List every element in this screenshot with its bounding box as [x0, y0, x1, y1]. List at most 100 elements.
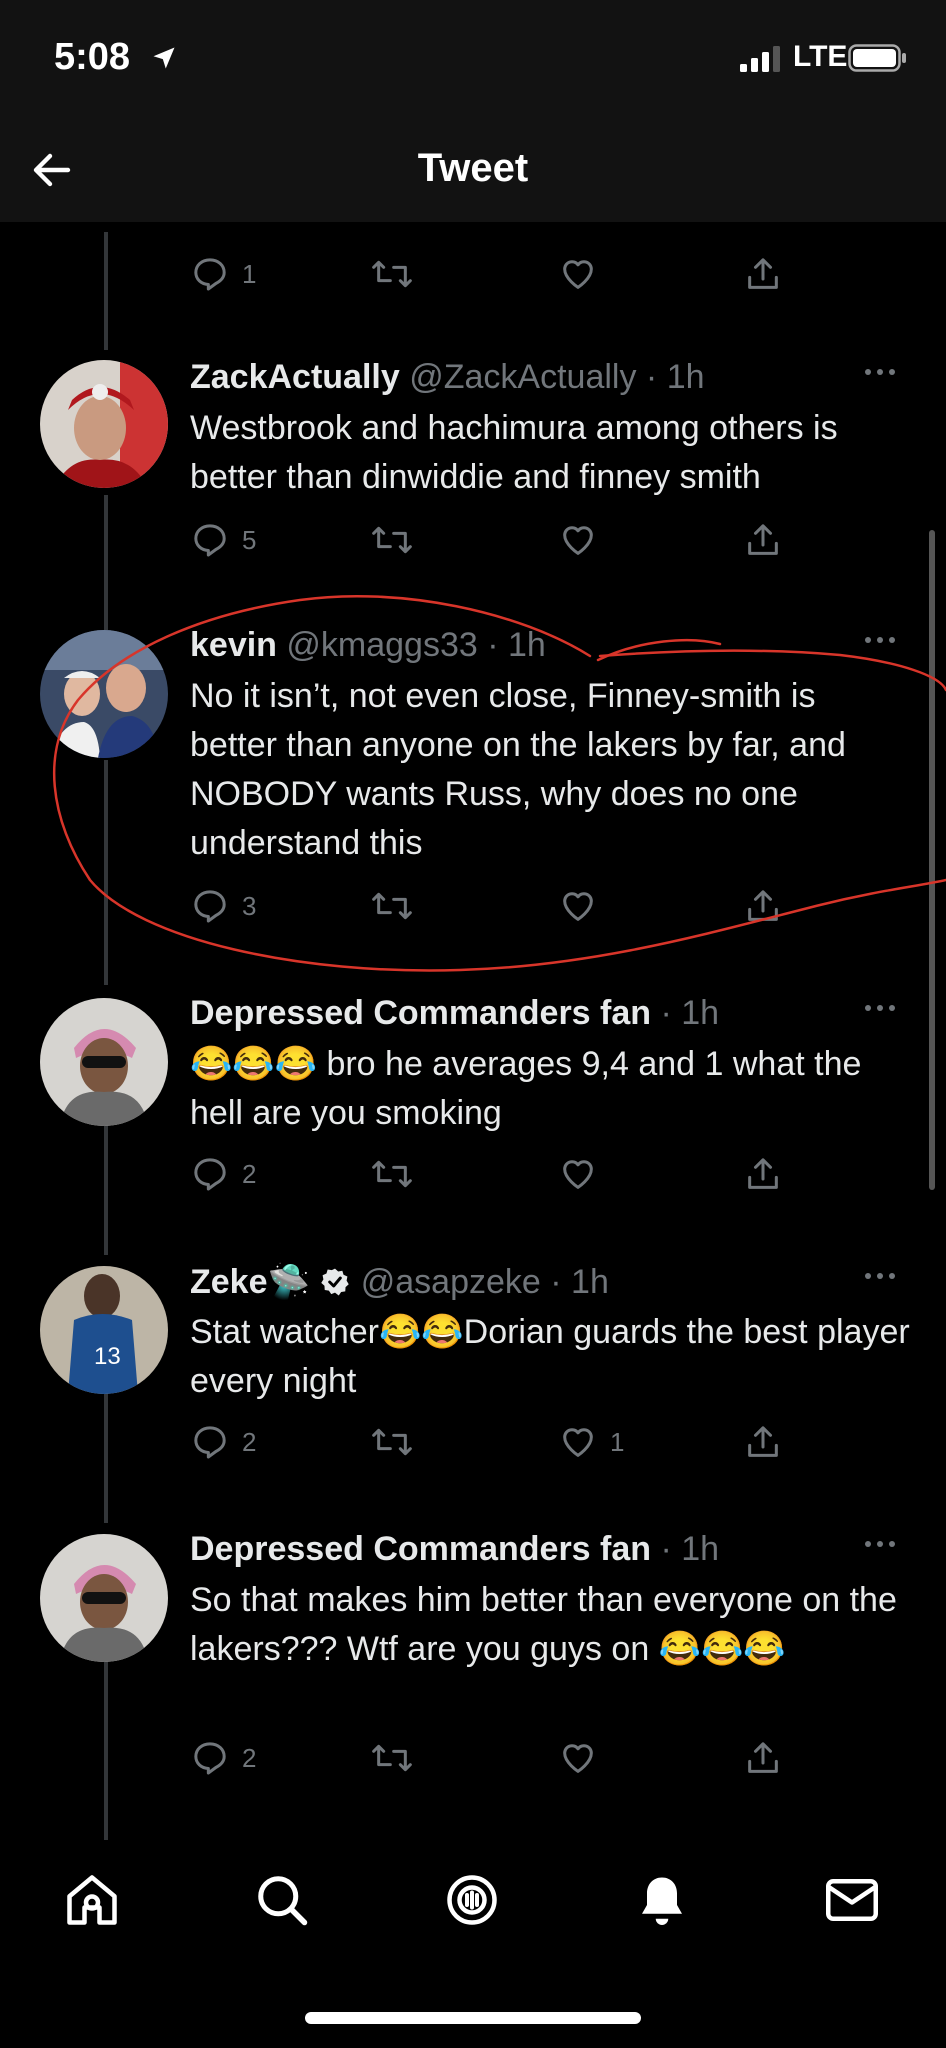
display-name[interactable]: Depressed Commanders fan [190, 994, 651, 1032]
more-icon[interactable] [862, 630, 898, 650]
svg-text:13: 13 [94, 1343, 121, 1370]
home-indicator [305, 2012, 641, 2024]
share-button[interactable] [743, 1422, 783, 1462]
tweet-header: Depressed Commanders fan · 1h [190, 994, 720, 1032]
thread-line [104, 495, 108, 630]
reply-button[interactable]: 2 [190, 1738, 256, 1778]
reply-icon [194, 890, 226, 923]
like-button[interactable] [558, 886, 598, 926]
display-name[interactable]: Zeke [190, 1263, 268, 1301]
action-row: 3 [190, 886, 890, 936]
avatar[interactable]: 13 [40, 1266, 168, 1394]
retweet-button[interactable] [370, 1422, 414, 1462]
location-arrow-icon [153, 47, 175, 69]
action-row: 5 [190, 520, 890, 570]
like-button[interactable] [558, 520, 598, 560]
like-button[interactable] [558, 1154, 598, 1194]
home-icon[interactable] [62, 1870, 122, 1930]
tweet-header: Depressed Commanders fan · 1h [190, 1530, 720, 1568]
avatar[interactable] [40, 630, 168, 758]
share-icon [748, 1158, 778, 1189]
share-button[interactable] [743, 520, 783, 560]
share-button[interactable] [743, 886, 783, 926]
tweet-time: 1h [666, 358, 705, 396]
status-time: 5:08 [54, 36, 131, 78]
more-icon[interactable] [862, 998, 898, 1018]
share-icon [748, 1742, 778, 1773]
messages-icon[interactable] [822, 1870, 882, 1930]
retweet-icon [372, 260, 412, 288]
spaces-icon[interactable] [442, 1870, 502, 1930]
action-row: 1 [190, 254, 890, 304]
reply-icon [194, 524, 226, 557]
display-name[interactable]: ZackActually [190, 358, 400, 396]
retweet-button[interactable] [370, 886, 414, 926]
search-icon[interactable] [252, 1870, 312, 1930]
retweet-button[interactable] [370, 1154, 414, 1194]
retweet-icon [372, 1428, 412, 1456]
tweet-header: kevin @kmaggs33 · 1h [190, 626, 546, 664]
reply-button[interactable]: 5 [190, 520, 256, 560]
like-icon [563, 526, 593, 555]
tweet-text: Stat watcher😂😂Dorian guards the best pla… [190, 1313, 910, 1400]
reply-count: 3 [242, 890, 257, 921]
retweet-button[interactable] [370, 520, 414, 560]
action-row: 2 [190, 1738, 890, 1788]
avatar[interactable] [40, 998, 168, 1126]
user-handle[interactable]: @ZackActually [409, 358, 636, 396]
share-icon [748, 890, 778, 921]
tweet-text: Westbrook and hachimura among others is … [190, 409, 838, 496]
reply-count: 2 [242, 1742, 257, 1773]
like-icon [563, 1160, 593, 1189]
thread-line [104, 1115, 108, 1255]
like-button[interactable]: 1 [558, 1422, 624, 1462]
notifications-icon[interactable] [632, 1870, 692, 1930]
retweet-icon [372, 526, 412, 554]
verified-badge-icon [321, 1268, 350, 1296]
reply-button[interactable]: 2 [190, 1422, 256, 1462]
more-icon[interactable] [862, 1266, 898, 1286]
action-row: 2 [190, 1154, 890, 1204]
avatar[interactable] [40, 360, 168, 488]
like-count: 1 [610, 1426, 625, 1457]
reply-button[interactable]: 1 [190, 254, 256, 294]
reply-count: 2 [242, 1426, 257, 1457]
reply-icon [194, 1742, 226, 1775]
share-icon [748, 258, 778, 289]
status-bar: 5:08 LTE [0, 0, 946, 118]
more-icon[interactable] [862, 1534, 898, 1554]
tweet-header: Zeke🛸 @asapzeke · 1h [190, 1263, 609, 1301]
share-icon [748, 1426, 778, 1457]
share-button[interactable] [743, 1154, 783, 1194]
more-icon[interactable] [862, 362, 898, 382]
action-row: 2 1 [190, 1422, 890, 1472]
thread-line [104, 1653, 108, 1840]
reply-count: 2 [242, 1158, 257, 1189]
share-button[interactable] [743, 1738, 783, 1778]
scrollbar[interactable] [929, 530, 935, 1190]
tweet-text: No it isn’t, not even close, Finney-smit… [190, 677, 846, 862]
tweet-time: 1h [681, 1530, 720, 1568]
like-icon [563, 260, 593, 289]
share-button[interactable] [743, 254, 783, 294]
tweet-text: So that makes him better than everyone o… [190, 1581, 897, 1668]
display-name[interactable]: Depressed Commanders fan [190, 1530, 651, 1568]
reply-button[interactable]: 2 [190, 1154, 256, 1194]
user-handle[interactable]: @asapzeke [361, 1263, 541, 1301]
thread-line [104, 760, 108, 985]
retweet-button[interactable] [370, 254, 414, 294]
tweet-time: 1h [508, 626, 546, 664]
retweet-icon [372, 892, 412, 920]
reply-icon [194, 258, 226, 291]
retweet-icon [372, 1160, 412, 1188]
retweet-button[interactable] [370, 1738, 414, 1778]
reply-button[interactable]: 3 [190, 886, 256, 926]
user-handle[interactable]: @kmaggs33 [286, 626, 477, 664]
tweet-text: 😂😂😂 bro he averages 9,4 and 1 what the h… [190, 1045, 862, 1132]
display-name[interactable]: kevin [190, 626, 277, 664]
like-button[interactable] [558, 254, 598, 294]
like-button[interactable] [558, 1738, 598, 1778]
name-emoji: 🛸 [267, 1263, 310, 1301]
tweet-time: 1h [571, 1263, 609, 1301]
avatar[interactable] [40, 1534, 168, 1662]
